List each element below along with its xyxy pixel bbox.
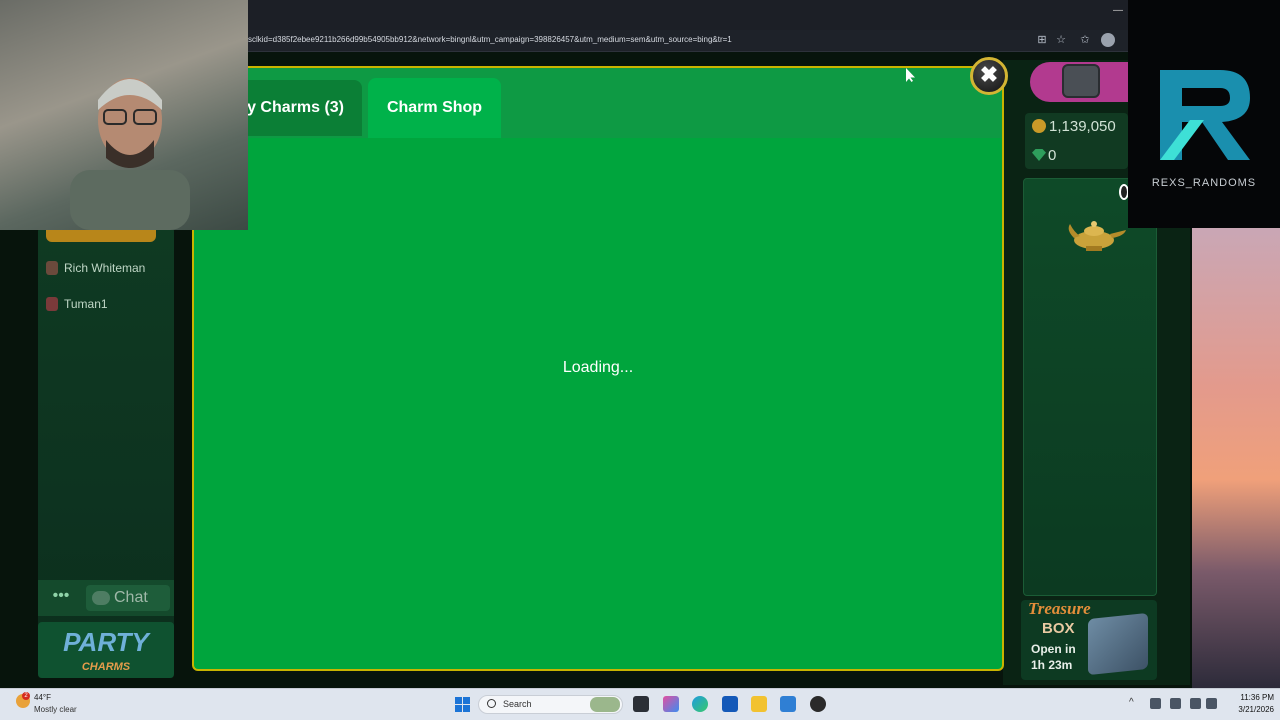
player-name: Tuman1 [64,297,108,311]
timer-line2: 1h 23m [1031,658,1073,672]
extensions-icon[interactable]: ⊞ [1034,33,1050,47]
search-highlight-icon [590,697,620,712]
more-options-button[interactable]: ••• [46,587,76,609]
clock-date[interactable]: 3/21/2026 [1222,705,1274,714]
start-button[interactable] [455,697,470,712]
file-explorer-icon[interactable] [751,696,767,712]
panel-header-strip [46,228,156,242]
chat-bubble-icon [92,591,110,605]
desktop-wallpaper [1190,225,1280,688]
coin-icon [1032,119,1046,133]
tab-charm-shop[interactable]: Charm Shop [368,78,501,138]
player-list-item[interactable]: Rich Whiteman [46,257,145,279]
chat-label: Chat [114,589,148,606]
treasure-timer: Open in 1h 23m [1031,641,1081,673]
chat-button[interactable]: Chat [86,585,170,611]
task-view-icon[interactable] [633,696,649,712]
store-icon[interactable] [722,696,738,712]
magic-lamp-icon[interactable] [1064,206,1128,256]
treasure-chest-icon [1088,612,1148,676]
tray-app-icon[interactable] [1170,698,1181,709]
suitcase-icon[interactable] [1062,64,1100,98]
logo-line2: CHARMS [81,661,131,673]
player-list-item[interactable]: Tuman1 [46,293,108,315]
channel-logo-icon [1160,70,1250,160]
channel-name: REXS_RANDOMS [1151,177,1257,189]
favorites-icon[interactable]: ✩ [1077,33,1093,47]
coin-balance: 1,139,050 [1049,118,1116,135]
loading-status: Loading... [562,359,634,376]
tray-app-icon[interactable] [1150,698,1161,709]
network-icon[interactable] [1190,698,1201,709]
treasure-box-label: BOX [1042,620,1075,637]
player-name: Rich Whiteman [64,261,146,275]
close-modal-button[interactable]: ✖ [970,57,1008,95]
notification-badge: 2 [22,692,30,700]
volume-icon[interactable] [1206,698,1217,709]
streamer-image [70,78,190,230]
obs-icon[interactable] [810,696,826,712]
copilot-icon[interactable] [663,696,679,712]
treasure-title: Treasure [1028,599,1091,618]
weather-temperature[interactable]: 44°F [34,693,51,702]
favorite-star-icon[interactable]: ☆ [1053,33,1069,47]
minimize-button[interactable]: — [1113,6,1125,16]
gem-balance: 0 [1048,147,1057,164]
party-charms-logo: PARTY CHARMS [38,622,174,678]
logo-line1: PARTY [63,627,149,657]
clock-time[interactable]: 11:36 PM [1222,693,1274,702]
webcam-overlay [0,0,248,230]
search-icon [487,699,496,708]
url-text[interactable]: sclkid=d385f2ebee9211b266d99b54905bb912&… [248,35,732,44]
mail-icon[interactable] [780,696,796,712]
tray-chevron-up-icon[interactable]: ^ [1129,697,1134,708]
profile-icon[interactable] [1101,33,1115,47]
avatar [46,261,58,275]
timer-line1: Open in [1031,642,1076,656]
avatar [46,297,58,311]
weather-description[interactable]: Mostly clear [34,705,77,714]
edge-browser-icon[interactable] [692,696,708,712]
